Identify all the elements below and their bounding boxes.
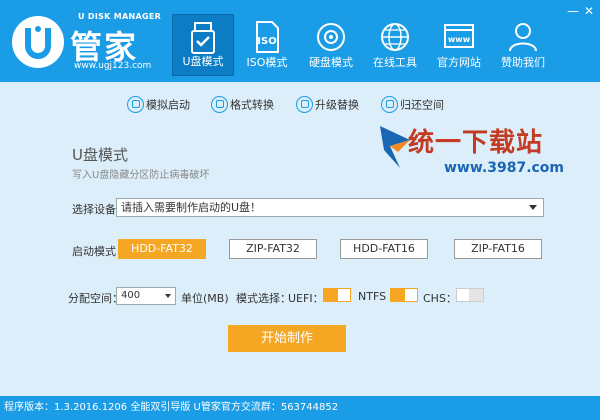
nav-iso-mode[interactable]: ISO ISO模式 [236,14,298,76]
chevron-down-icon [529,205,537,210]
nav-usb-mode[interactable]: U盘模式 [172,14,234,76]
upgrade-icon [296,96,313,113]
mode-hdd-fat32-button[interactable]: HDD-FAT32 [118,239,206,259]
ntfs-toggle[interactable] [390,288,418,302]
mode-zip-fat16-button[interactable]: ZIP-FAT16 [454,239,542,259]
chs-toggle[interactable] [456,288,484,302]
minimize-button[interactable]: — [566,5,580,19]
alloc-unit: 单位(MB) [181,292,229,305]
device-select-value: 请插入需要制作启动的U盘！ [121,201,262,214]
simulate-boot-button[interactable]: 模拟启动 [127,96,190,116]
nav-online-tools[interactable]: 在线工具 [364,14,426,76]
format-convert-label: 格式转换 [230,98,274,112]
uefi-toggle[interactable] [323,288,351,302]
nav-disk-mode[interactable]: 硬盘模式 [300,14,362,76]
website-icon: www [444,24,474,48]
alloc-select-value: 400 [121,290,141,301]
logo-url: www.ugj123.com [74,61,152,71]
globe-icon [381,23,409,51]
tool-bar: 模拟启动 格式转换 升级替换 归还空间 [0,96,600,118]
simulate-boot-label: 模拟启动 [146,98,190,112]
mode-select-label: 模式选择： [236,292,291,305]
nav-iso-mode-label: ISO模式 [246,56,288,69]
logo-subtitle: U DISK MANAGER [78,12,162,21]
section-subtitle: 写入U盘隐藏分区防止病毒破坏 [72,170,210,181]
title-bar: U DISK MANAGER 管家 www.ugj123.com U盘模式 IS… [0,0,600,82]
nav-usb-mode-label: U盘模式 [182,55,224,68]
restore-icon [381,96,398,113]
nav-online-tools-label: 在线工具 [373,56,417,69]
usb-drive-icon [191,22,215,54]
watermark-text: 统一下载站 [408,128,544,158]
uefi-label: UEFI： [288,292,324,305]
convert-icon [211,96,228,113]
nav-sponsor-label: 赞助我们 [501,56,545,69]
section-title: U盘模式 [72,146,128,164]
close-button[interactable]: ✕ [582,5,596,19]
nav-sponsor[interactable]: 赞助我们 [492,14,554,76]
svg-text:ISO: ISO [257,36,276,47]
mode-hdd-fat16-button[interactable]: HDD-FAT16 [340,239,428,259]
mode-zip-fat32-button[interactable]: ZIP-FAT32 [229,239,317,259]
alloc-label: 分配空间： [68,292,123,305]
chs-label: CHS： [423,292,457,305]
svg-text:www: www [448,35,471,44]
upgrade-replace-label: 升级替换 [315,98,359,112]
ntfs-label: NTFS [358,290,387,303]
alloc-select[interactable]: 400 [116,287,176,305]
logo-u-icon [12,16,64,68]
app-logo: U DISK MANAGER 管家 www.ugj123.com [10,8,170,74]
hard-disk-icon [317,23,345,51]
start-button[interactable]: 开始制作 [228,325,346,352]
restore-space-label: 归还空间 [400,98,444,112]
nav-disk-mode-label: 硬盘模式 [309,56,353,69]
format-convert-button[interactable]: 格式转换 [211,96,274,116]
user-icon [509,23,537,52]
status-bar: 程序版本：1.3.2016.1206 全能双引导版 U管家官方交流群：56374… [0,396,600,420]
restore-space-button[interactable]: 归还空间 [381,96,444,116]
nav-official-site[interactable]: www 官方网站 [428,14,490,76]
simulate-icon [127,96,144,113]
watermark-logo: 统一下载站 www.3987.com [376,116,564,186]
nav-official-site-label: 官方网站 [437,56,481,69]
upgrade-replace-button[interactable]: 升级替换 [296,96,359,116]
watermark-url: www.3987.com [444,160,565,176]
chevron-down-icon [165,294,171,298]
iso-file-icon: ISO [256,21,279,53]
device-select[interactable]: 请插入需要制作启动的U盘！ [116,198,544,217]
